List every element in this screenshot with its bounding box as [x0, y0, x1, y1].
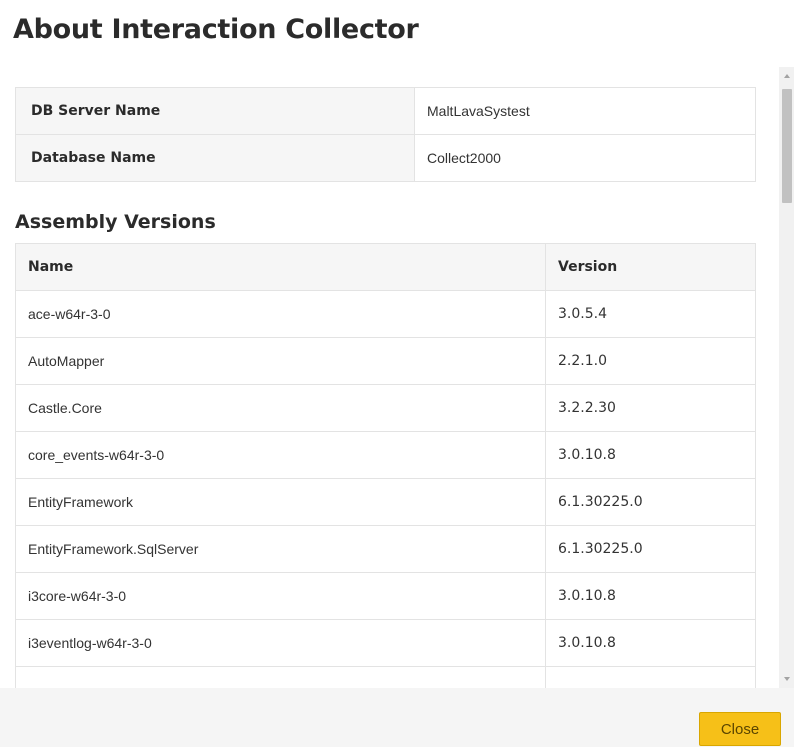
assembly-versions-table: Name Version ace-w64r-3-0 3.0.5.4 AutoMa…: [15, 243, 756, 688]
assembly-name-cell: Castle.Core: [15, 384, 546, 432]
table-row: core_events-w64r-3-0 3.0.10.8: [15, 431, 756, 479]
table-row: [15, 666, 756, 688]
assembly-version-cell: 6.1.30225.0: [545, 525, 756, 573]
assembly-name-cell: EntityFramework.SqlServer: [15, 525, 546, 573]
table-header-row: Name Version: [15, 243, 756, 291]
table-row: ace-w64r-3-0 3.0.5.4: [15, 290, 756, 338]
database-info-table: DB Server Name MaltLavaSystest Database …: [15, 87, 756, 182]
db-server-name-value: MaltLavaSystest: [414, 87, 756, 135]
assembly-version-cell: 3.0.10.8: [545, 619, 756, 667]
assembly-version-cell: 3.0.10.8: [545, 572, 756, 620]
assembly-name-cell: AutoMapper: [15, 337, 546, 385]
dialog-footer: [0, 688, 794, 747]
table-row: Database Name Collect2000: [15, 134, 756, 182]
column-header-version: Version: [545, 243, 756, 291]
database-name-value: Collect2000: [414, 134, 756, 182]
assembly-version-cell: 6.1.30225.0: [545, 478, 756, 526]
vertical-scrollbar[interactable]: [779, 67, 794, 688]
table-row: Castle.Core 3.2.2.30: [15, 384, 756, 432]
assembly-name-cell: i3eventlog-w64r-3-0: [15, 619, 546, 667]
table-row: DB Server Name MaltLavaSystest: [15, 87, 756, 135]
assembly-name-cell: core_events-w64r-3-0: [15, 431, 546, 479]
table-row: i3core-w64r-3-0 3.0.10.8: [15, 572, 756, 620]
assembly-version-cell: 3.0.5.4: [545, 290, 756, 338]
assembly-version-cell: 2.2.1.0: [545, 337, 756, 385]
table-row: EntityFramework 6.1.30225.0: [15, 478, 756, 526]
dialog-content: DB Server Name MaltLavaSystest Database …: [4, 67, 782, 688]
database-name-label: Database Name: [15, 134, 415, 182]
table-row: AutoMapper 2.2.1.0: [15, 337, 756, 385]
assembly-name-cell: [15, 666, 546, 688]
assembly-version-cell: 3.2.2.30: [545, 384, 756, 432]
close-button[interactable]: Close: [699, 712, 781, 746]
assembly-version-cell: 3.0.10.8: [545, 431, 756, 479]
assembly-name-cell: ace-w64r-3-0: [15, 290, 546, 338]
scrollbar-thumb[interactable]: [782, 89, 792, 203]
scroll-up-icon[interactable]: [779, 69, 794, 83]
table-row: EntityFramework.SqlServer 6.1.30225.0: [15, 525, 756, 573]
assembly-version-cell: [545, 666, 756, 688]
assembly-name-cell: EntityFramework: [15, 478, 546, 526]
dialog-title: About Interaction Collector: [13, 14, 419, 45]
scroll-down-icon[interactable]: [779, 672, 794, 686]
db-server-name-label: DB Server Name: [15, 87, 415, 135]
assembly-versions-heading: Assembly Versions: [15, 211, 216, 233]
table-row: i3eventlog-w64r-3-0 3.0.10.8: [15, 619, 756, 667]
column-header-name: Name: [15, 243, 546, 291]
assembly-name-cell: i3core-w64r-3-0: [15, 572, 546, 620]
